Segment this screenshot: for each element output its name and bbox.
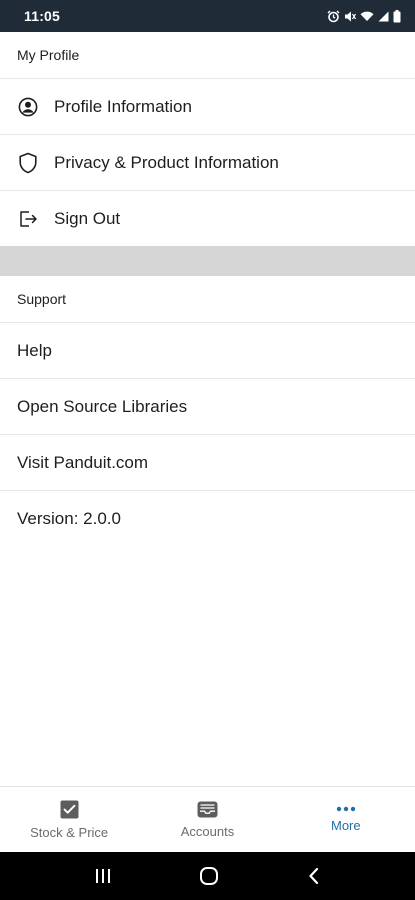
nav-more-label: More [331, 818, 361, 833]
recent-apps-icon[interactable] [94, 868, 112, 884]
more-dots-icon [336, 806, 356, 812]
more-screen-content: My Profile Profile Information Privacy &… [0, 32, 415, 546]
user-circle-icon [17, 96, 39, 118]
profile-information-item[interactable]: Profile Information [0, 78, 415, 134]
inbox-tray-icon [197, 801, 218, 817]
visit-panduit-item[interactable]: Visit Panduit.com [0, 434, 415, 490]
shield-icon [17, 152, 39, 174]
help-label: Help [17, 340, 52, 360]
sign-out-label: Sign Out [54, 208, 121, 228]
system-navigation-bar [0, 852, 415, 900]
status-bar: 11:05 [0, 0, 415, 32]
nav-accounts[interactable]: Accounts [138, 787, 276, 852]
open-source-libraries-item[interactable]: Open Source Libraries [0, 378, 415, 434]
support-header: Support [17, 291, 67, 307]
open-source-libraries-label: Open Source Libraries [17, 396, 188, 416]
alarm-icon [327, 10, 340, 22]
home-icon[interactable] [199, 866, 219, 886]
my-profile-header: My Profile [17, 47, 80, 63]
nav-stock-price-label: Stock & Price [30, 824, 109, 840]
profile-information-label: Profile Information [54, 96, 192, 116]
nav-accounts-label: Accounts [180, 823, 235, 839]
signal-icon [378, 11, 389, 21]
visit-panduit-label: Visit Panduit.com [17, 452, 149, 472]
version-label: Version: 2.0.0 [17, 508, 121, 528]
privacy-product-information-label: Privacy & Product Information [54, 152, 279, 172]
mute-icon [345, 11, 356, 21]
privacy-product-information-item[interactable]: Privacy & Product Information [0, 134, 415, 190]
status-icons [327, 9, 401, 23]
section-divider-band [0, 246, 415, 276]
checkbox-icon [60, 800, 79, 818]
help-item[interactable]: Help [0, 322, 415, 378]
wifi-icon [360, 11, 374, 21]
version-row: Version: 2.0.0 [0, 490, 415, 546]
back-icon[interactable] [307, 867, 321, 885]
sign-out-icon [17, 208, 39, 230]
sign-out-item[interactable]: Sign Out [0, 190, 415, 246]
bottom-nav: Stock & Price Accounts More [0, 786, 415, 852]
status-time: 11:05 [24, 8, 61, 24]
battery-icon [393, 9, 401, 22]
nav-more[interactable]: More [277, 787, 415, 852]
nav-stock-price[interactable]: Stock & Price [0, 787, 138, 852]
